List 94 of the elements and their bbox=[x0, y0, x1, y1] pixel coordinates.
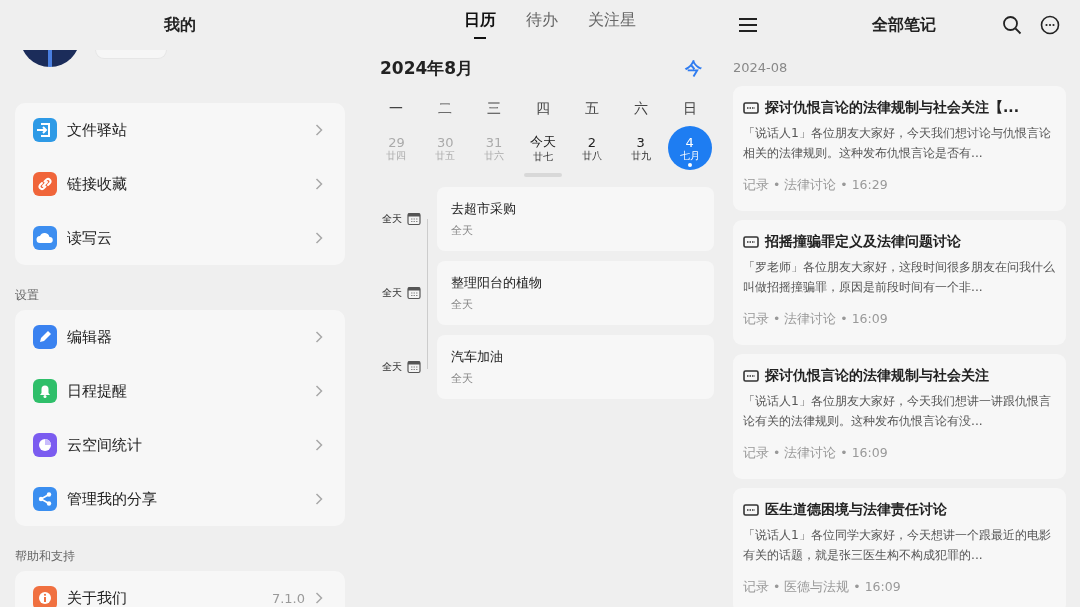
chevron-icon bbox=[315, 385, 323, 397]
month-title: 2024年8月 bbox=[380, 56, 474, 80]
date-number: 31 bbox=[485, 134, 503, 150]
note-excerpt: 「罗老师」各位朋友大家好，这段时间很多朋友在问我什么叫做招摇撞骗罪，原因是前段时间有一个非... bbox=[743, 259, 1056, 296]
event-time: 全天 bbox=[451, 223, 474, 238]
note-card[interactable]: 探讨仇恨言论的法律规制与社会关注 「说话人1」各位朋友大家好，今天我们想讲一讲跟仇恨言论有关的法律规则。这种发布仇恨言论有没... 记录 • 法律讨论 • 16:09 bbox=[733, 354, 1066, 479]
weekday-label: 五 bbox=[583, 99, 600, 118]
recording-icon bbox=[743, 370, 759, 382]
menu-item[interactable]: 文件驿站 bbox=[15, 103, 345, 157]
menu-item-label: 文件驿站 bbox=[67, 120, 128, 140]
chevron-icon bbox=[315, 592, 323, 604]
date-cell[interactable]: 3 廿九 bbox=[618, 126, 663, 170]
chevron-icon bbox=[315, 493, 323, 505]
menu-item[interactable]: 链接收藏 bbox=[15, 157, 345, 211]
date-number: 29 bbox=[388, 134, 405, 150]
version-text: 7.1.0 bbox=[271, 590, 305, 606]
weekday-label: 四 bbox=[535, 99, 551, 118]
event-card[interactable]: 整理阳台的植物 全天 bbox=[437, 261, 714, 325]
note-meta: 记录 • 法律讨论 • 16:09 bbox=[743, 311, 889, 328]
section-heading: 设置 bbox=[15, 287, 40, 301]
lunar-date: 廿七 bbox=[533, 151, 553, 163]
menu-item-label: 读写云 bbox=[67, 228, 113, 248]
recording-icon bbox=[743, 504, 759, 516]
chevron-icon bbox=[315, 331, 323, 343]
note-card[interactable]: 医生道德困境与法律责任讨论 「说话人1」各位同学大家好，今天想讲一个跟最近的电影有关的话题，就是张三医生构不构成犯罪的... 记录 • 医德与法规 • 16:09 bbox=[733, 488, 1066, 607]
date-cell[interactable]: 4 七月 bbox=[667, 126, 712, 170]
menu-item[interactable]: 读写云 bbox=[15, 211, 345, 265]
menu-item[interactable]: 云空间统计 bbox=[15, 418, 345, 472]
section-date: 2024-08 bbox=[733, 59, 789, 77]
time-label: 全天 bbox=[382, 286, 402, 300]
chevron-icon bbox=[315, 178, 323, 190]
time-label: 全天 bbox=[382, 212, 402, 226]
note-card[interactable]: 招摇撞骗罪定义及法律问题讨论 「罗老师」各位朋友大家好，这段时间很多朋友在问我什么叫做招摇撞骗罪，原因是前段时间有一个非... 记录 • 法律讨论 • 16:09 bbox=[733, 220, 1066, 345]
event-card[interactable]: 汽车加油 全天 bbox=[437, 335, 714, 399]
lunar-date: 七月 bbox=[679, 149, 700, 162]
menu-icon bbox=[738, 17, 758, 33]
event-time: 全天 bbox=[451, 371, 474, 386]
tab[interactable]: 日历 bbox=[464, 10, 496, 41]
note-title: 探讨仇恨言论的法律规制与社会关注【... bbox=[765, 99, 1019, 117]
tab[interactable]: 关注星 bbox=[588, 10, 636, 39]
note-meta: 记录 • 法律讨论 • 16:29 bbox=[743, 177, 889, 194]
menu-item[interactable]: 日程提醒 bbox=[15, 364, 345, 418]
time-label: 全天 bbox=[382, 360, 402, 374]
date-number: 30 bbox=[437, 134, 454, 150]
search-icon bbox=[1002, 15, 1022, 35]
chevron-icon bbox=[315, 439, 323, 451]
event-title: 去超市采购 bbox=[451, 200, 517, 218]
screen-title: 我的 bbox=[164, 14, 196, 36]
tab[interactable]: 待办 bbox=[526, 10, 558, 39]
event-time: 全天 bbox=[451, 297, 474, 312]
menu-item-label: 编辑器 bbox=[67, 327, 113, 347]
note-excerpt: 「说话人1」各位朋友大家好，今天我们想讨论与仇恨言论相关的法律规则。这种发布仇恨言论是否有... bbox=[743, 125, 1052, 162]
chevron-icon bbox=[315, 232, 323, 244]
more-icon bbox=[1040, 15, 1060, 35]
chevron-icon bbox=[315, 124, 323, 136]
menu-item-label: 管理我的分享 bbox=[67, 489, 158, 509]
weekday-label: 二 bbox=[437, 99, 454, 118]
menu-item-label: 日程提醒 bbox=[67, 381, 128, 401]
weekday-label: 三 bbox=[486, 99, 503, 118]
calendar-icon bbox=[407, 212, 421, 226]
note-card[interactable]: 探讨仇恨言论的法律规制与社会关注【... 「说话人1」各位朋友大家好，今天我们想讨论与仇恨言论相关的法律规则。这种发布仇恨言论是否有... 记录 • 法律讨论 • 16:29 bbox=[733, 86, 1066, 211]
event-title: 整理阳台的植物 bbox=[451, 274, 543, 292]
note-meta: 记录 • 法律讨论 • 16:09 bbox=[743, 445, 889, 462]
note-excerpt: 「说话人1」各位同学大家好，今天想讲一个跟最近的电影有关的话题，就是张三医生构不构成犯罪的... bbox=[743, 527, 1052, 564]
date-number: 4 bbox=[685, 134, 694, 150]
weekday-label: 一 bbox=[388, 99, 405, 118]
recording-icon bbox=[743, 236, 759, 248]
date-cell[interactable]: 今天 廿七 bbox=[521, 126, 565, 170]
recording-icon bbox=[743, 102, 759, 114]
menu-item-label: 链接收藏 bbox=[67, 174, 128, 194]
event-title: 汽车加油 bbox=[451, 348, 504, 366]
date-number: 2 bbox=[587, 134, 596, 150]
date-number: 3 bbox=[636, 134, 645, 150]
note-title: 探讨仇恨言论的法律规制与社会关注 bbox=[765, 367, 989, 385]
menu-item-label: 云空间统计 bbox=[67, 435, 143, 455]
section-heading: 帮助和支持 bbox=[15, 548, 76, 562]
lunar-date: 廿八 bbox=[581, 149, 602, 162]
date-number: 今天 bbox=[530, 133, 556, 151]
menu-item[interactable]: 编辑器 bbox=[15, 310, 345, 364]
weekday-label: 六 bbox=[632, 99, 649, 118]
menu-item[interactable]: 关于我们 7.1.0 bbox=[15, 571, 345, 607]
weekday-label: 日 bbox=[681, 99, 698, 118]
menu-item[interactable]: 管理我的分享 bbox=[15, 472, 345, 526]
note-title: 医生道德困境与法律责任讨论 bbox=[765, 501, 947, 519]
menu-item-label: 关于我们 bbox=[67, 588, 128, 607]
screen-title: 全部笔记 bbox=[872, 14, 936, 36]
lunar-date: 廿九 bbox=[630, 149, 651, 162]
date-cell[interactable]: 2 廿八 bbox=[569, 126, 614, 170]
calendar-icon bbox=[407, 360, 421, 374]
note-title: 招摇撞骗罪定义及法律问题讨论 bbox=[765, 233, 961, 251]
calendar-icon bbox=[407, 286, 421, 300]
note-excerpt: 「说话人1」各位朋友大家好，今天我们想讲一讲跟仇恨言论有关的法律规则。这种发布仇恨言论有没... bbox=[743, 393, 1052, 430]
note-meta: 记录 • 医德与法规 • 16:09 bbox=[743, 579, 902, 596]
event-card[interactable]: 去超市采购 全天 bbox=[437, 187, 714, 251]
